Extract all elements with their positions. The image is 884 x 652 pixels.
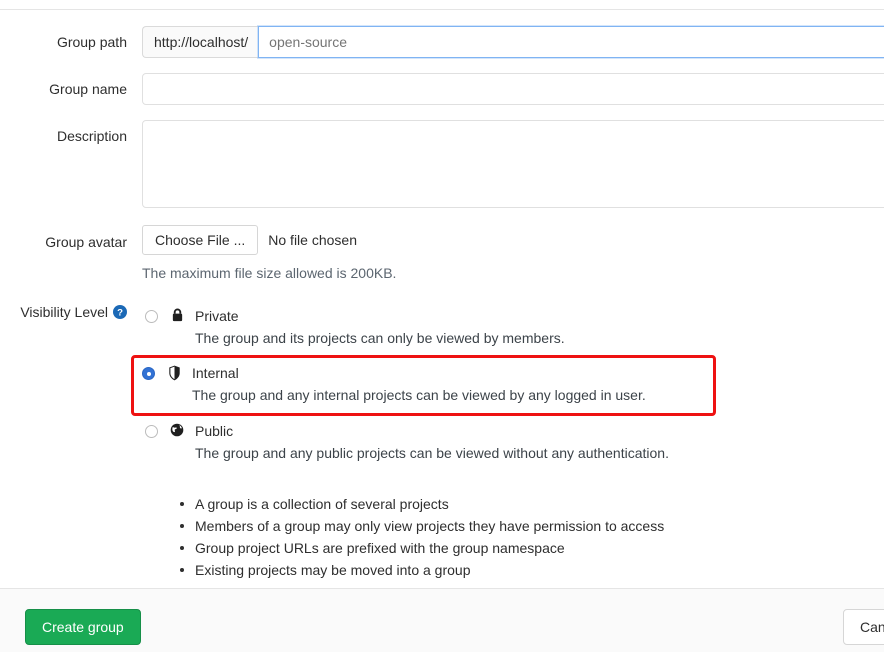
group-name-input[interactable] <box>142 73 884 105</box>
visibility-option-title-public: Public <box>195 422 669 441</box>
form-row-visibility-level: Visibility Level ? <box>0 301 884 470</box>
svg-text:?: ? <box>117 308 123 319</box>
group-path-input-group: http://localhost/ <box>142 26 884 58</box>
group-avatar-label: Group avatar <box>0 225 142 251</box>
file-upload-line: Choose File ... No file chosen <box>142 225 884 255</box>
visibility-option-texts-internal: Internal The group and any internal proj… <box>192 364 646 405</box>
form-row-group-path: Group path http://localhost/ <box>0 26 884 58</box>
lock-icon <box>169 308 185 323</box>
description-label: Description <box>0 120 142 145</box>
avatar-size-hint: The maximum file size allowed is 200KB. <box>142 264 884 282</box>
visibility-option-texts-public: Public The group and any public projects… <box>195 422 669 463</box>
group-info-notes-list: A group is a collection of several proje… <box>0 493 884 581</box>
visibility-level-label-text: Visibility Level <box>20 303 108 321</box>
question-circle-icon[interactable]: ? <box>113 305 127 319</box>
visibility-option-private[interactable]: Private The group and its projects can o… <box>142 301 727 355</box>
create-group-button[interactable]: Create group <box>25 609 141 645</box>
group-path-input[interactable] <box>258 26 884 58</box>
visibility-option-description-public: The group and any public projects can be… <box>195 443 669 463</box>
group-name-field <box>142 73 884 105</box>
group-avatar-field: Choose File ... No file chosen The maxim… <box>142 225 884 282</box>
visibility-option-title-internal: Internal <box>192 364 646 383</box>
choose-file-button[interactable]: Choose File ... <box>142 225 258 255</box>
list-item: Group project URLs are prefixed with the… <box>177 537 884 559</box>
list-item: Members of a group may only view project… <box>177 515 884 537</box>
group-path-field: http://localhost/ <box>142 26 884 58</box>
visibility-level-field: Private The group and its projects can o… <box>142 301 884 470</box>
visibility-option-internal[interactable]: Internal The group and any internal proj… <box>131 355 716 416</box>
radio-private[interactable] <box>145 310 158 323</box>
form-row-group-avatar: Group avatar Choose File ... No file cho… <box>0 225 884 282</box>
group-path-label: Group path <box>0 26 142 51</box>
visibility-option-description-internal: The group and any internal projects can … <box>192 385 646 405</box>
radio-internal[interactable] <box>142 367 155 380</box>
form-row-description: Description <box>0 120 884 208</box>
form-footer: Create group Cancel <box>0 588 884 652</box>
shield-icon <box>166 365 182 381</box>
visibility-level-label: Visibility Level ? <box>0 301 142 321</box>
visibility-option-description-private: The group and its projects can only be v… <box>195 328 565 348</box>
form-row-group-name: Group name <box>0 73 884 105</box>
group-name-label: Group name <box>0 73 142 98</box>
cancel-button[interactable]: Cancel <box>843 609 884 645</box>
visibility-option-public[interactable]: Public The group and any public projects… <box>142 416 727 470</box>
description-textarea[interactable] <box>142 120 884 208</box>
visibility-option-title-private: Private <box>195 307 565 326</box>
visibility-option-texts-private: Private The group and its projects can o… <box>195 307 565 348</box>
file-status-text: No file chosen <box>268 232 357 248</box>
group-path-prefix: http://localhost/ <box>142 26 258 58</box>
form-body: Group path http://localhost/ Group name … <box>0 10 884 575</box>
visibility-options-list: Private The group and its projects can o… <box>142 301 727 470</box>
description-field <box>142 120 884 208</box>
radio-public[interactable] <box>145 425 158 438</box>
globe-icon <box>169 423 185 437</box>
list-item: A group is a collection of several proje… <box>177 493 884 515</box>
list-item: Existing projects may be moved into a gr… <box>177 559 884 581</box>
create-group-form-page: Group path http://localhost/ Group name … <box>0 0 884 652</box>
